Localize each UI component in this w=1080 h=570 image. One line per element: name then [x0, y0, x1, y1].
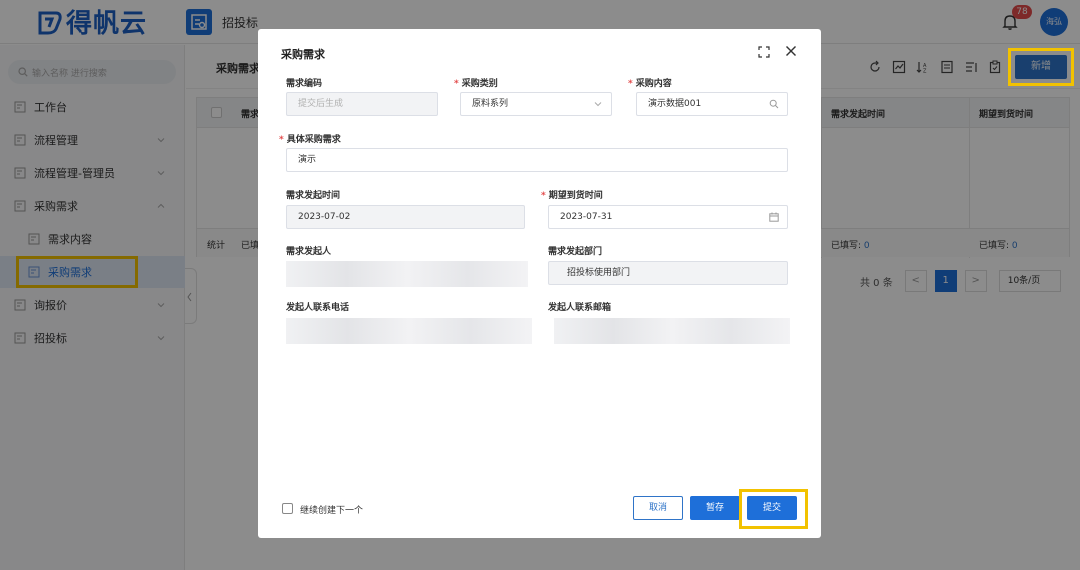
start-time-field[interactable]: 2023-07-02: [286, 205, 525, 229]
field-label-category: * 采购类别: [454, 79, 498, 89]
fullscreen-icon[interactable]: [758, 46, 770, 58]
close-icon[interactable]: [785, 45, 797, 57]
expected-time-datepicker[interactable]: 2023-07-31: [548, 205, 788, 229]
initiator-redacted-value: [286, 261, 528, 287]
phone-redacted-value: [286, 318, 532, 344]
field-label-phone: 发起人联系电话: [286, 303, 350, 313]
search-icon: [769, 99, 779, 109]
field-label-detail: * 具体采购需求: [279, 135, 341, 145]
save-draft-button[interactable]: 暂存: [690, 496, 740, 520]
req-code-field[interactable]: 提交后生成: [286, 92, 438, 116]
detail-input[interactable]: 演示: [286, 148, 788, 172]
field-label-initiator: 需求发起人: [286, 247, 332, 257]
department-field[interactable]: 招投标使用部门: [548, 261, 788, 285]
field-label-req-code: 需求编码: [286, 79, 323, 89]
field-label-content: * 采购内容: [628, 79, 672, 89]
calendar-icon: [769, 212, 779, 222]
continue-create-label[interactable]: 继续创建下一个: [300, 503, 363, 516]
content-lookup-input[interactable]: 演示数据001: [636, 92, 788, 116]
purchase-demand-dialog: 采购需求 需求编码 提交后生成 * 采购类别 原料系列 * 采购内容 演示数据001…: [258, 29, 821, 538]
highlight-frame: [1008, 48, 1074, 86]
email-redacted-value: [554, 318, 790, 344]
continue-create-checkbox[interactable]: [282, 503, 293, 514]
cancel-button[interactable]: 取消: [633, 496, 683, 520]
content-value: 演示数据001: [648, 99, 702, 109]
field-label-email: 发起人联系邮箱: [548, 303, 612, 313]
chevron-down-icon: [594, 102, 602, 107]
dialog-title: 采购需求: [281, 48, 325, 61]
category-value: 原料系列: [472, 99, 509, 109]
expected-time-value: 2023-07-31: [560, 212, 613, 222]
field-label-expected-time: * 期望到货时间: [541, 191, 603, 201]
field-label-department: 需求发起部门: [548, 247, 603, 257]
category-select[interactable]: 原料系列: [460, 92, 612, 116]
highlight-frame: [739, 489, 808, 529]
field-label-start-time: 需求发起时间: [286, 191, 341, 201]
